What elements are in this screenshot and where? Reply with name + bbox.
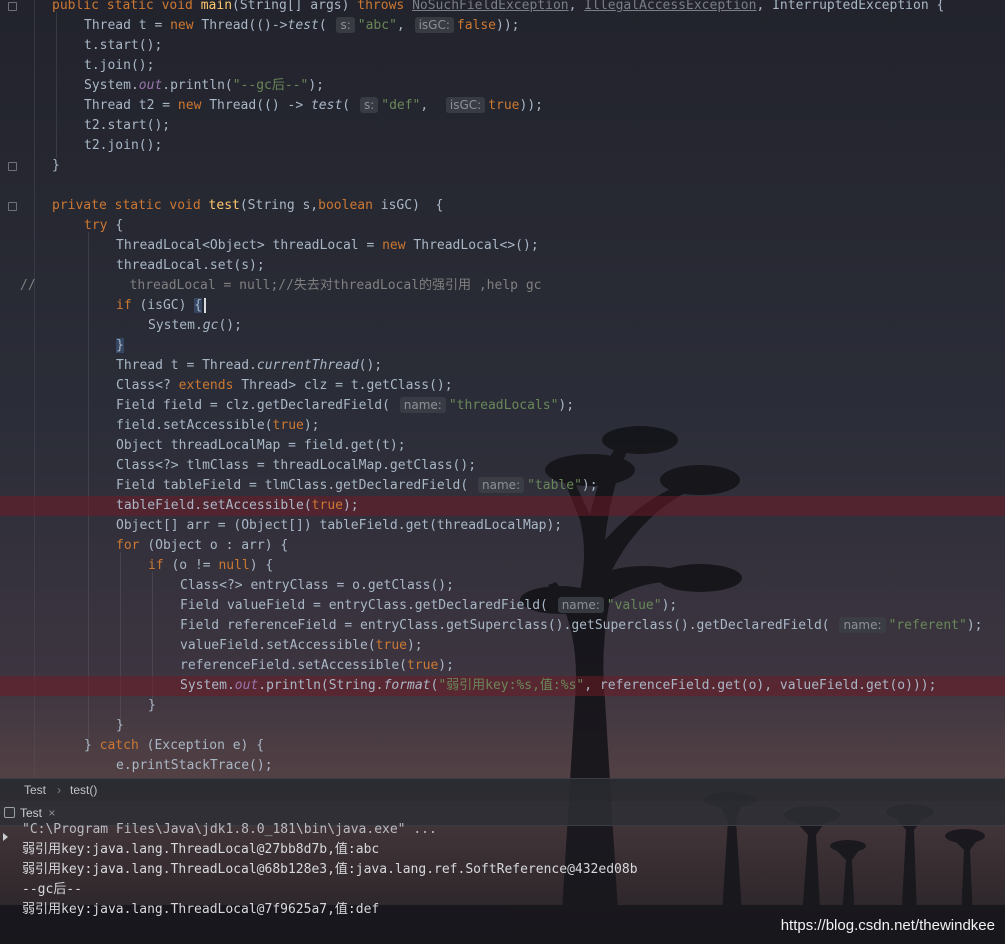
run-tab-test[interactable]: Test × bbox=[20, 806, 55, 820]
breadcrumb-separator: › bbox=[57, 783, 61, 797]
code-line[interactable]: Thread t2 = new Thread(() -> test( s: "de… bbox=[0, 96, 1005, 116]
code-line[interactable]: // threadLocal = null;//失去对threadLocal的强… bbox=[0, 276, 1005, 296]
code-text: } catch (Exception e) { bbox=[84, 738, 265, 753]
code-text: } bbox=[116, 338, 124, 353]
code-text: // threadLocal = null;//失去对threadLocal的强… bbox=[20, 278, 542, 293]
code-line[interactable]: ThreadLocal<Object> threadLocal = new Th… bbox=[0, 236, 1005, 256]
code-line[interactable]: valueField.setAccessible(true); bbox=[0, 636, 1005, 656]
code-text: Class<?> entryClass = o.getClass(); bbox=[180, 578, 454, 593]
code-text: Field tableField = tlmClass.getDeclaredF… bbox=[116, 477, 598, 493]
code-line[interactable]: Class<?> entryClass = o.getClass(); bbox=[0, 576, 1005, 596]
code-text: Field referenceField = entryClass.getSup… bbox=[180, 617, 983, 633]
code-text: Object threadLocalMap = field.get(t); bbox=[116, 438, 406, 453]
code-line[interactable]: t.join(); bbox=[0, 56, 1005, 76]
console-line: 弱引用key:java.lang.ThreadLocal@7f9625a7,值:… bbox=[22, 902, 380, 917]
code-line[interactable]: } bbox=[0, 336, 1005, 356]
code-text: Field field = clz.getDeclaredField( name… bbox=[116, 397, 575, 413]
code-line[interactable]: e.printStackTrace(); bbox=[0, 756, 1005, 776]
code-line[interactable]: Object threadLocalMap = field.get(t); bbox=[0, 436, 1005, 456]
close-icon[interactable]: × bbox=[48, 806, 55, 820]
code-text: private static void test(String s,boolea… bbox=[52, 198, 444, 213]
code-line[interactable]: } catch (Exception e) { bbox=[0, 736, 1005, 756]
code-text: Thread t2 = new Thread(() -> test( s: "de… bbox=[84, 97, 543, 113]
console-line: 弱引用key:java.lang.ThreadLocal@68b128e3,值:… bbox=[22, 862, 638, 877]
breadcrumb-method[interactable]: test() bbox=[70, 783, 97, 797]
code-text: if (isGC) { bbox=[116, 296, 207, 316]
code-text: valueField.setAccessible(true); bbox=[180, 638, 423, 653]
code-line[interactable]: Class<?> tlmClass = threadLocalMap.getCl… bbox=[0, 456, 1005, 476]
code-text: t.join(); bbox=[84, 58, 155, 73]
breadcrumb: Test › test() bbox=[0, 778, 1005, 801]
code-line[interactable]: t2.join(); bbox=[0, 136, 1005, 156]
code-text: Thread t = new Thread(()->test( s: "abc",… bbox=[84, 17, 520, 33]
code-line[interactable]: referenceField.setAccessible(true); bbox=[0, 656, 1005, 676]
code-text: try { bbox=[84, 218, 124, 233]
code-text: field.setAccessible(true); bbox=[116, 418, 320, 433]
code-line[interactable]: if (isGC) { bbox=[0, 296, 1005, 316]
code-line[interactable]: Field tableField = tlmClass.getDeclaredF… bbox=[0, 476, 1005, 496]
console-arrow-icon bbox=[3, 833, 8, 841]
code-text: e.printStackTrace(); bbox=[116, 758, 273, 773]
code-text: t.start(); bbox=[84, 38, 163, 53]
code-line[interactable]: tableField.setAccessible(true); bbox=[0, 496, 1005, 516]
console-line: --gc后-- bbox=[22, 882, 82, 897]
code-text: Thread t = Thread.currentThread(); bbox=[116, 358, 383, 373]
code-line[interactable]: if (o != null) { bbox=[0, 556, 1005, 576]
code-text: Class<?> tlmClass = threadLocalMap.getCl… bbox=[116, 458, 477, 473]
code-text: } bbox=[52, 158, 60, 173]
code-line[interactable]: System.out.println("--gc后--"); bbox=[0, 76, 1005, 96]
watermark: https://blog.csdn.net/thewindkee bbox=[780, 917, 995, 934]
code-line[interactable]: } bbox=[0, 696, 1005, 716]
code-text: System.gc(); bbox=[148, 318, 242, 333]
code-editor[interactable]: public static void main(String[] args) t… bbox=[0, 0, 1005, 778]
code-text: if (o != null) { bbox=[148, 558, 274, 573]
console-line: 弱引用key:java.lang.ThreadLocal@27bb8d7b,值:… bbox=[22, 842, 380, 857]
code-line[interactable]: Field valueField = entryClass.getDeclare… bbox=[0, 596, 1005, 616]
code-line[interactable]: } bbox=[0, 716, 1005, 736]
code-line[interactable]: private static void test(String s,boolea… bbox=[0, 196, 1005, 216]
code-text: System.out.println(String.format("弱引用key… bbox=[180, 678, 937, 693]
code-line[interactable]: public static void main(String[] args) t… bbox=[0, 0, 1005, 16]
code-text: } bbox=[148, 698, 156, 713]
code-line[interactable]: Thread t = Thread.currentThread(); bbox=[0, 356, 1005, 376]
code-text: threadLocal.set(s); bbox=[116, 258, 265, 273]
code-line[interactable]: Field referenceField = entryClass.getSup… bbox=[0, 616, 1005, 636]
code-line[interactable]: t.start(); bbox=[0, 36, 1005, 56]
code-line[interactable]: Object[] arr = (Object[]) tableField.get… bbox=[0, 516, 1005, 536]
breadcrumb-class[interactable]: Test bbox=[24, 783, 46, 797]
code-line[interactable]: for (Object o : arr) { bbox=[0, 536, 1005, 556]
code-text: Field valueField = entryClass.getDeclare… bbox=[180, 597, 678, 613]
code-text: Object[] arr = (Object[]) tableField.get… bbox=[116, 518, 563, 533]
code-text: t2.join(); bbox=[84, 138, 163, 153]
code-text: tableField.setAccessible(true); bbox=[116, 498, 359, 513]
code-text: Class<? extends Thread> clz = t.getClass… bbox=[116, 378, 453, 393]
code-line[interactable]: } bbox=[0, 156, 1005, 176]
code-line[interactable]: threadLocal.set(s); bbox=[0, 256, 1005, 276]
code-line[interactable]: Thread t = new Thread(()->test( s: "abc",… bbox=[0, 16, 1005, 36]
code-line[interactable]: Field field = clz.getDeclaredField( name… bbox=[0, 396, 1005, 416]
run-tab-label: Test bbox=[20, 806, 43, 820]
run-config-icon bbox=[4, 807, 15, 818]
code-line[interactable]: try { bbox=[0, 216, 1005, 236]
code-line[interactable]: Class<? extends Thread> clz = t.getClass… bbox=[0, 376, 1005, 396]
code-text: ThreadLocal<Object> threadLocal = new Th… bbox=[116, 238, 539, 253]
code-text: referenceField.setAccessible(true); bbox=[180, 658, 454, 673]
code-line[interactable]: field.setAccessible(true); bbox=[0, 416, 1005, 436]
code-text: public static void main(String[] args) t… bbox=[52, 0, 945, 13]
code-line[interactable]: t2.start(); bbox=[0, 116, 1005, 136]
console-line: "C:\Program Files\Java\jdk1.8.0_181\bin\… bbox=[22, 822, 437, 837]
code-text: } bbox=[116, 718, 124, 733]
code-line[interactable]: System.out.println(String.format("弱引用key… bbox=[0, 676, 1005, 696]
code-text: t2.start(); bbox=[84, 118, 171, 133]
code-text: System.out.println("--gc后--"); bbox=[84, 78, 325, 93]
code-line[interactable]: System.gc(); bbox=[0, 316, 1005, 336]
code-text: for (Object o : arr) { bbox=[116, 538, 289, 553]
